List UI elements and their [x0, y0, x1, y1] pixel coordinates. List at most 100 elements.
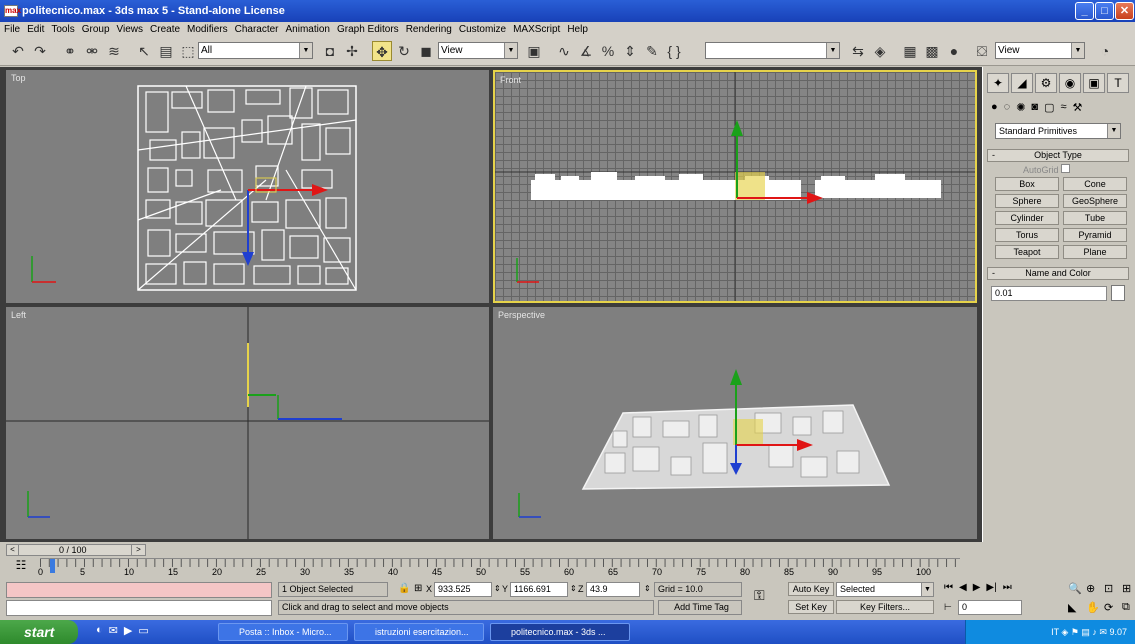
auto-key-button[interactable]: Auto Key [788, 582, 834, 596]
angle-snap-icon[interactable]: ∡ [576, 41, 596, 61]
selection-lock-icon[interactable]: 🔒 [398, 582, 410, 596]
render-type-select[interactable]: View ▼ [995, 42, 1085, 59]
category-dropdown[interactable]: Standard Primitives ▼ [995, 123, 1121, 139]
field-of-view-icon[interactable]: ◣ [1068, 601, 1084, 618]
menu-views[interactable]: Views [117, 24, 144, 35]
time-slider[interactable]: < 0 / 100 > [6, 544, 146, 556]
track-bar[interactable]: 0 5 10 15 20 25 30 35 40 45 50 55 60 65 … [38, 558, 960, 580]
zoom-icon[interactable]: 🔍 [1068, 582, 1084, 599]
viewport-left[interactable]: Left [6, 307, 489, 539]
move-tool-icon[interactable]: ✥ [372, 41, 392, 61]
cylinder-button[interactable]: Cylinder [995, 211, 1059, 225]
curve-editor-icon[interactable]: ☷ [6, 558, 36, 578]
pyramid-button[interactable]: Pyramid [1063, 228, 1127, 242]
menu-group[interactable]: Group [82, 24, 110, 35]
go-to-end-icon[interactable]: ⏭ [1003, 582, 1012, 596]
maxscript-listener-mini[interactable] [6, 582, 272, 598]
torus-button[interactable]: Torus [995, 228, 1059, 242]
object-type-rollout-header[interactable]: - Object Type [987, 149, 1129, 162]
track-view-icon[interactable]: ▦ [900, 41, 920, 61]
named-selection-icon[interactable]: ✎ [642, 41, 662, 61]
menu-create[interactable]: Create [150, 24, 180, 35]
language-indicator[interactable]: IT [1051, 627, 1059, 637]
desktop-icon[interactable]: ▭ [138, 624, 148, 637]
taskbar-item-3dsmax[interactable]: politecnico.max - 3ds ... [490, 623, 630, 641]
sphere-button[interactable]: Sphere [995, 194, 1059, 208]
schematic-view-icon[interactable]: ▩ [922, 41, 942, 61]
named-selection-set-select[interactable]: ▼ [705, 42, 840, 59]
z-spinner-icon[interactable]: ⇕ [644, 582, 651, 596]
select-by-name-icon[interactable]: ▤ [156, 41, 176, 61]
autogrid-checkbox[interactable]: AutoGrid [1023, 164, 1071, 175]
hierarchy-tab-icon[interactable]: ⚙ [1035, 73, 1057, 93]
tube-button[interactable]: Tube [1063, 211, 1127, 225]
time-slider-next-icon[interactable]: > [131, 545, 145, 555]
link-icon[interactable]: ⚭ [60, 41, 80, 61]
zoom-all-icon[interactable]: ⊕ [1086, 582, 1102, 599]
zoom-extents-icon[interactable]: ⊡ [1104, 582, 1120, 599]
object-name-field[interactable]: 0.01 [991, 286, 1107, 301]
viewport-top[interactable]: Top [6, 70, 489, 303]
menu-modifiers[interactable]: Modifiers [187, 24, 228, 35]
menu-graph-editors[interactable]: Graph Editors [337, 24, 399, 35]
key-mode-select[interactable]: Selected ▼ [836, 582, 934, 597]
display-tab-icon[interactable]: ▣ [1083, 73, 1105, 93]
start-button[interactable]: start [0, 620, 78, 644]
maximize-viewport-icon[interactable]: ⧉ [1122, 601, 1135, 618]
percent-snap-icon[interactable]: % [598, 41, 618, 61]
menu-maxscript[interactable]: MAXScript [513, 24, 560, 35]
material-editor-icon[interactable]: ● [944, 41, 964, 61]
maxscript-input[interactable] [6, 600, 272, 616]
taskbar-item-istruzioni[interactable]: istruzioni esercitazion... [354, 623, 484, 641]
bind-spacewarp-icon[interactable]: ≋ [104, 41, 124, 61]
taskbar-item-mail[interactable]: Posta :: Inbox - Micro... [218, 623, 348, 641]
minimize-button[interactable]: _ [1075, 2, 1094, 20]
clock[interactable]: 9.07 [1109, 627, 1127, 637]
select-move-icon[interactable]: ✢ [342, 41, 362, 61]
pan-icon[interactable]: ✋ [1086, 601, 1102, 618]
edit-named-selection-icon[interactable]: { } [664, 41, 684, 61]
create-tab-icon[interactable]: ✦ [987, 73, 1009, 93]
menu-animation[interactable]: Animation [286, 24, 330, 35]
reference-coordinate-select[interactable]: View ▼ [438, 42, 518, 59]
y-spinner-icon[interactable]: ⇕ [570, 582, 577, 596]
set-key-button[interactable]: Set Key [788, 600, 834, 614]
outlook-icon[interactable]: ✉ [109, 624, 118, 637]
key-icon[interactable]: ⚿ [754, 588, 765, 602]
spacewarps-icon[interactable]: ≈ [1060, 101, 1066, 117]
menu-edit[interactable]: Edit [27, 24, 44, 35]
object-color-swatch[interactable] [1111, 285, 1125, 301]
x-spinner-icon[interactable]: ⇕ [494, 582, 501, 596]
plane-button[interactable]: Plane [1063, 245, 1127, 259]
zoom-extents-all-icon[interactable]: ⊞ [1122, 582, 1135, 599]
previous-frame-icon[interactable]: ◀ [959, 582, 967, 596]
media-player-icon[interactable]: ▶ [124, 624, 132, 637]
mirror-icon[interactable]: ⇆ [848, 41, 868, 61]
viewport-perspective[interactable]: Perspective [493, 307, 977, 539]
teapot-button[interactable]: Teapot [995, 245, 1059, 259]
motion-tab-icon[interactable]: ◉ [1059, 73, 1081, 93]
next-frame-icon[interactable]: ▶| [986, 582, 996, 596]
spinner-snap-icon[interactable]: ⇕ [620, 41, 640, 61]
ie-icon[interactable]: ◐ [96, 624, 103, 637]
undo-icon[interactable]: ↶ [8, 41, 28, 61]
menu-help[interactable]: Help [567, 24, 588, 35]
box-button[interactable]: Box [995, 177, 1059, 191]
selection-filter-select[interactable]: All ▼ [198, 42, 313, 59]
close-button[interactable]: ✕ [1115, 2, 1134, 20]
cameras-icon[interactable]: ◙ [1031, 101, 1038, 117]
lights-icon[interactable]: ✺ [1016, 101, 1025, 117]
unlink-icon[interactable]: ⚮ [82, 41, 102, 61]
geometry-icon[interactable]: ● [991, 101, 998, 117]
align-icon[interactable]: ◈ [870, 41, 890, 61]
y-coordinate-field[interactable]: 1166.691 [510, 582, 568, 597]
scale-icon[interactable]: ◼ [416, 41, 436, 61]
z-coordinate-field[interactable]: 43.9 [586, 582, 640, 597]
time-slider-prev-icon[interactable]: < [7, 545, 19, 555]
arc-rotate-icon[interactable]: ⟳ [1104, 601, 1120, 618]
systems-icon[interactable]: ⚒ [1073, 101, 1083, 117]
current-frame-field[interactable]: 0 [958, 600, 1022, 615]
absolute-mode-icon[interactable]: ⊞ [414, 582, 422, 596]
shapes-icon[interactable]: ◌ [1004, 101, 1011, 117]
select-icon[interactable]: ↖ [134, 41, 154, 61]
